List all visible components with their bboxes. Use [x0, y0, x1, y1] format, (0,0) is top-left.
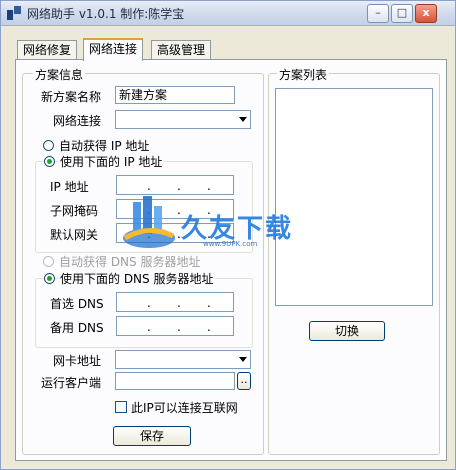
tab-network-repair[interactable]: 网络修复	[17, 40, 78, 59]
title-bar[interactable]: 网络助手 v1.0.1 制作:陈学宝 – □ x	[1, 1, 455, 26]
network-app-icon	[7, 6, 21, 20]
scheme-name-label: 新方案名称	[41, 90, 102, 104]
scheme-list-group: 方案列表 切换	[268, 66, 440, 455]
secondary-dns-label: 备用 DNS	[50, 321, 104, 335]
mac-address-label: 网卡地址	[53, 354, 102, 368]
building-logo-icon	[123, 196, 175, 248]
save-button[interactable]: 保存	[113, 426, 191, 446]
auto-ip-label: 自动获得 IP 地址	[59, 139, 150, 153]
network-connection-select[interactable]	[115, 110, 251, 129]
internet-checkbox-label: 此IP可以连接互联网	[131, 401, 238, 415]
chevron-down-icon	[239, 357, 247, 362]
ip-address-label: IP 地址	[50, 180, 89, 194]
secondary-dns-field[interactable]: ...	[116, 316, 234, 336]
auto-ip-radio[interactable]	[43, 140, 54, 151]
manual-ip-radio[interactable]	[44, 156, 55, 167]
app-window: 网络助手 v1.0.1 制作:陈学宝 – □ x 网络修复 网络连接 高级管理 …	[0, 0, 456, 470]
window-title: 网络助手 v1.0.1 制作:陈学宝	[27, 7, 185, 21]
scheme-info-group: 方案信息 新方案名称 新建方案 网络连接 自动获得 IP 地址 使用下面的 IP…	[22, 66, 264, 455]
close-button[interactable]: x	[415, 4, 437, 23]
scheme-name-input[interactable]: 新建方案	[115, 86, 235, 104]
default-gateway-label: 默认网关	[50, 228, 99, 242]
mac-address-select[interactable]	[115, 350, 251, 369]
maximize-button[interactable]: □	[391, 4, 413, 23]
ip-address-field[interactable]: ...	[116, 175, 234, 195]
network-connection-label: 网络连接	[53, 114, 102, 128]
dns-group: 使用下面的 DNS 服务器地址 首选 DNS ... 备用 DNS ...	[35, 270, 253, 348]
scheme-list-legend: 方案列表	[277, 66, 330, 83]
manual-dns-label: 使用下面的 DNS 服务器地址	[58, 270, 216, 287]
tab-network-connection[interactable]: 网络连接	[83, 38, 144, 61]
chevron-down-icon	[239, 117, 247, 122]
switch-button[interactable]: 切换	[309, 321, 385, 341]
scheme-info-legend: 方案信息	[33, 66, 86, 83]
run-client-label: 运行客户端	[41, 376, 102, 390]
primary-dns-field[interactable]: ...	[116, 292, 234, 312]
auto-dns-radio[interactable]	[43, 256, 54, 267]
tab-panel: 方案信息 新方案名称 新建方案 网络连接 自动获得 IP 地址 使用下面的 IP…	[15, 59, 447, 461]
internet-checkbox[interactable]	[115, 401, 127, 413]
tab-advanced-management[interactable]: 高级管理	[151, 40, 212, 59]
subnet-mask-label: 子网掩码	[50, 204, 99, 218]
run-client-input[interactable]	[115, 372, 235, 390]
browse-button[interactable]: ..	[237, 372, 251, 390]
watermark-url: www.9UPK.com	[203, 240, 258, 248]
primary-dns-label: 首选 DNS	[50, 297, 104, 311]
minimize-button[interactable]: –	[367, 4, 389, 23]
manual-dns-radio[interactable]	[44, 273, 55, 284]
watermark-logo: 久友下载 www.9UPK.com	[119, 194, 329, 260]
manual-ip-label: 使用下面的 IP 地址	[58, 153, 165, 170]
